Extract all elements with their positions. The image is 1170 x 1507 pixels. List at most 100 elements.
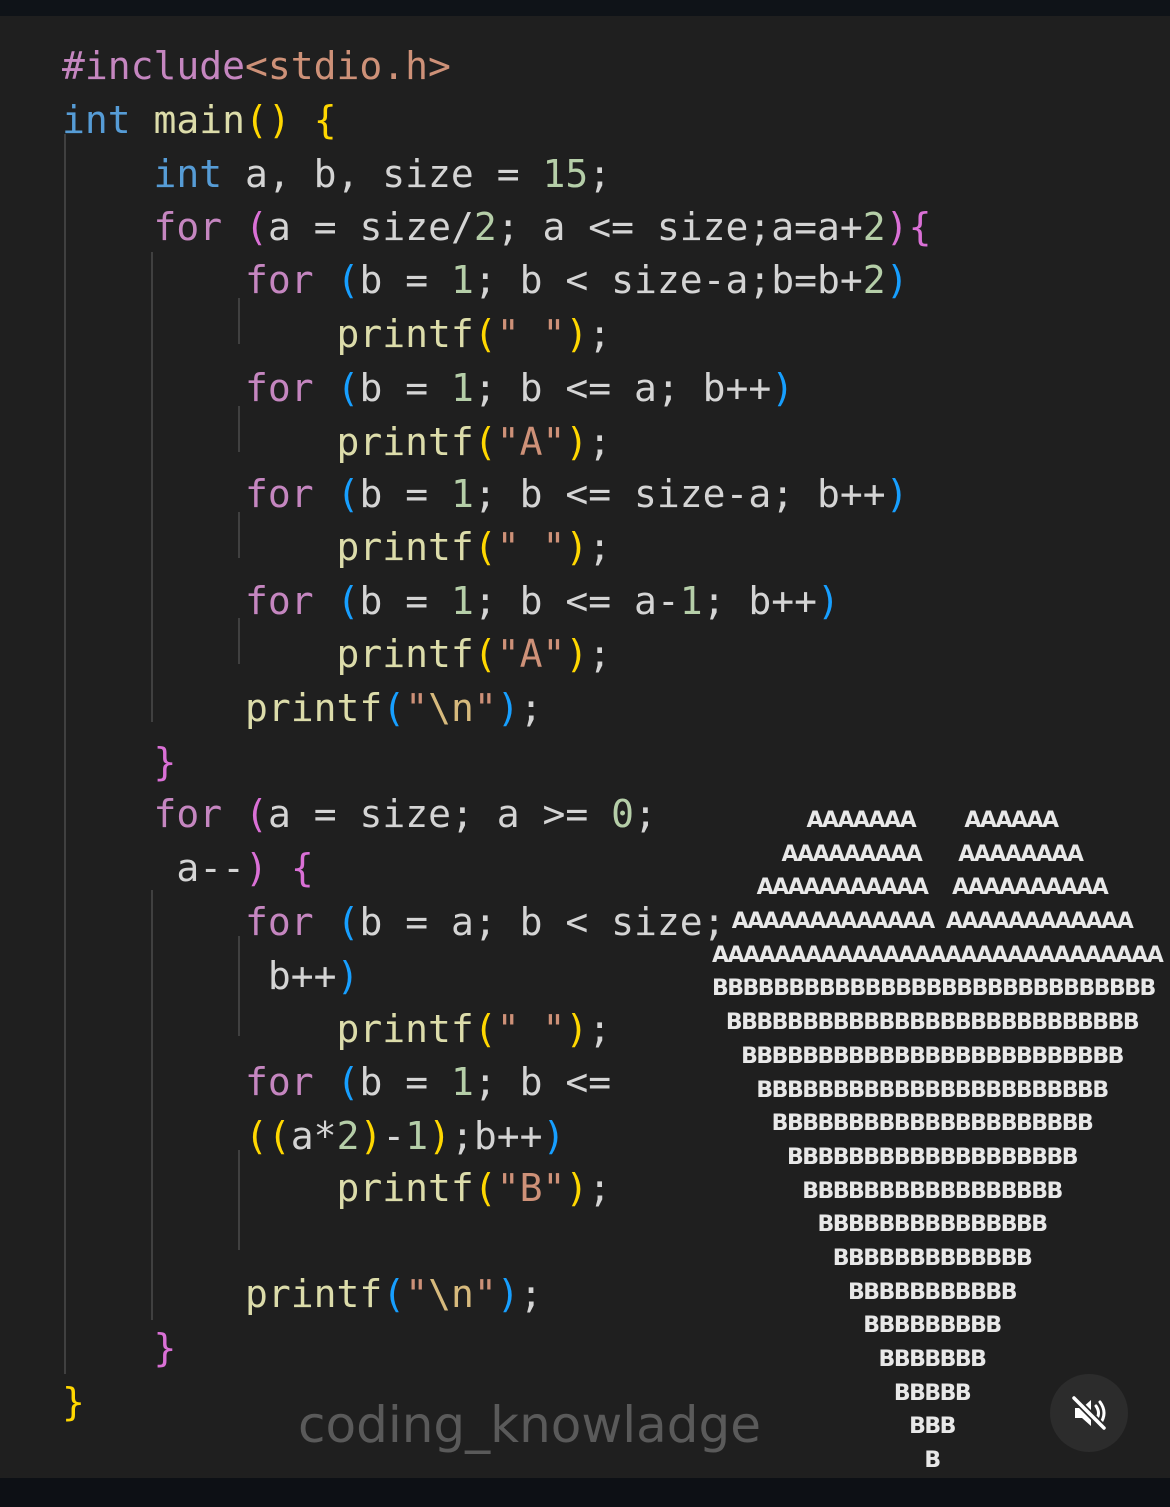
pattern-line: AAAAAAAAA AAAAAAAA [781, 841, 1084, 867]
code-token: for [245, 472, 314, 516]
code-token: 2 [473, 205, 497, 249]
code-token: b++ [62, 954, 337, 998]
code-token: ; [588, 1166, 612, 1210]
code-token: ) [542, 1114, 566, 1158]
code-token: ; b++ [702, 579, 818, 623]
code-token: for [245, 258, 314, 302]
code-token: ( [336, 1060, 360, 1104]
code-line: int a, b, size = 15; [62, 148, 612, 201]
code-token: " [405, 686, 429, 730]
code-token: #include [62, 44, 246, 88]
code-token: b = [359, 1060, 451, 1104]
code-token: ) [565, 420, 589, 464]
code-token: { [313, 98, 337, 142]
code-token: 0 [611, 792, 634, 836]
code-token: ; [588, 312, 612, 356]
code-token: "B" [496, 1166, 566, 1210]
code-token: 1 [450, 472, 474, 516]
code-token: printf [245, 686, 383, 730]
code-token: for [153, 205, 223, 249]
code-token: ( [336, 366, 360, 410]
mute-button[interactable] [1050, 1374, 1128, 1452]
code-token: printf [336, 420, 474, 464]
code-line: } [62, 1376, 85, 1429]
code-token: a-- [62, 846, 246, 890]
code-line: printf("B"); [62, 1162, 612, 1215]
code-token: ) [565, 525, 589, 569]
code-token: () [245, 98, 291, 142]
code-token: ; b <= a- [473, 579, 680, 623]
code-token: \n [428, 1272, 474, 1316]
muted-speaker-icon [1070, 1394, 1108, 1432]
code-token: " [405, 1272, 429, 1316]
code-token: " " [496, 1007, 566, 1051]
indent-guide [238, 1150, 240, 1250]
indent-guide [238, 936, 240, 1036]
code-token: for [245, 900, 314, 944]
code-token: for [153, 792, 223, 836]
code-token: for [245, 1060, 314, 1104]
code-line: ((a*2)-1);b++) [62, 1110, 565, 1163]
code-token: { [290, 846, 314, 890]
code-token: ; [519, 686, 543, 730]
code-token: ( [473, 525, 497, 569]
code-token: <stdio.h> [245, 44, 451, 88]
code-line: for (b = 1; b < size-a;b=b+2) [62, 254, 909, 307]
code-line: #include<stdio.h> [62, 40, 451, 93]
code-token: 1 [679, 579, 703, 623]
code-token: ; b <= [473, 1060, 612, 1104]
code-token: } [153, 740, 177, 784]
code-token: printf [336, 632, 474, 676]
bottom-bar [0, 1478, 1170, 1507]
code-token: b = a; b < size; [359, 900, 726, 944]
code-token: a = size; a >= [267, 792, 612, 836]
pattern-line: AAAAAAAAAAAAA AAAAAAAAAAAA [731, 909, 1134, 935]
pattern-line: BBBBBBBBBBBBBBBBBBBBBBB [756, 1077, 1109, 1103]
indent-guide [238, 512, 240, 558]
code-token: ) [885, 258, 909, 302]
code-line: a--) { [62, 842, 314, 895]
code-token: ( [382, 1272, 406, 1316]
code-token: 1 [450, 258, 474, 302]
code-line: for (a = size/2; a <= size;a=a+2){ [62, 201, 932, 254]
pattern-line: BBBBBBBBBBBBBBBBBBBBBBBBB [741, 1043, 1124, 1069]
code-token: ; [588, 632, 612, 676]
code-token: ; [588, 1007, 612, 1051]
code-token: main [153, 98, 246, 142]
indent-guide [64, 134, 66, 1374]
code-token: ; [588, 420, 612, 464]
code-token: b = [359, 366, 451, 410]
code-token: } [62, 1380, 85, 1424]
code-token: for [245, 366, 314, 410]
code-token: printf [336, 1166, 474, 1210]
code-line: for (b = 1; b <= a-1; b++) [62, 575, 840, 628]
code-token: 2 [862, 205, 886, 249]
code-token: a, b, size = [222, 152, 543, 196]
code-token: ) [565, 632, 589, 676]
code-token: printf [336, 525, 474, 569]
indent-guide [151, 252, 153, 722]
code-token: ( [336, 579, 360, 623]
code-token: 1 [450, 366, 474, 410]
code-token: ; b <= a; b++ [473, 366, 772, 410]
code-line: printf("\n"); [62, 1268, 543, 1321]
pattern-line: BBBBBBBBBBBBBBBBBBBBBBBBBBBBB [712, 976, 1156, 1002]
code-token: b = [359, 258, 451, 302]
code-line: for (b = 1; b <= [62, 1056, 611, 1109]
indent-guide [238, 406, 240, 452]
code-token: 1 [450, 579, 474, 623]
